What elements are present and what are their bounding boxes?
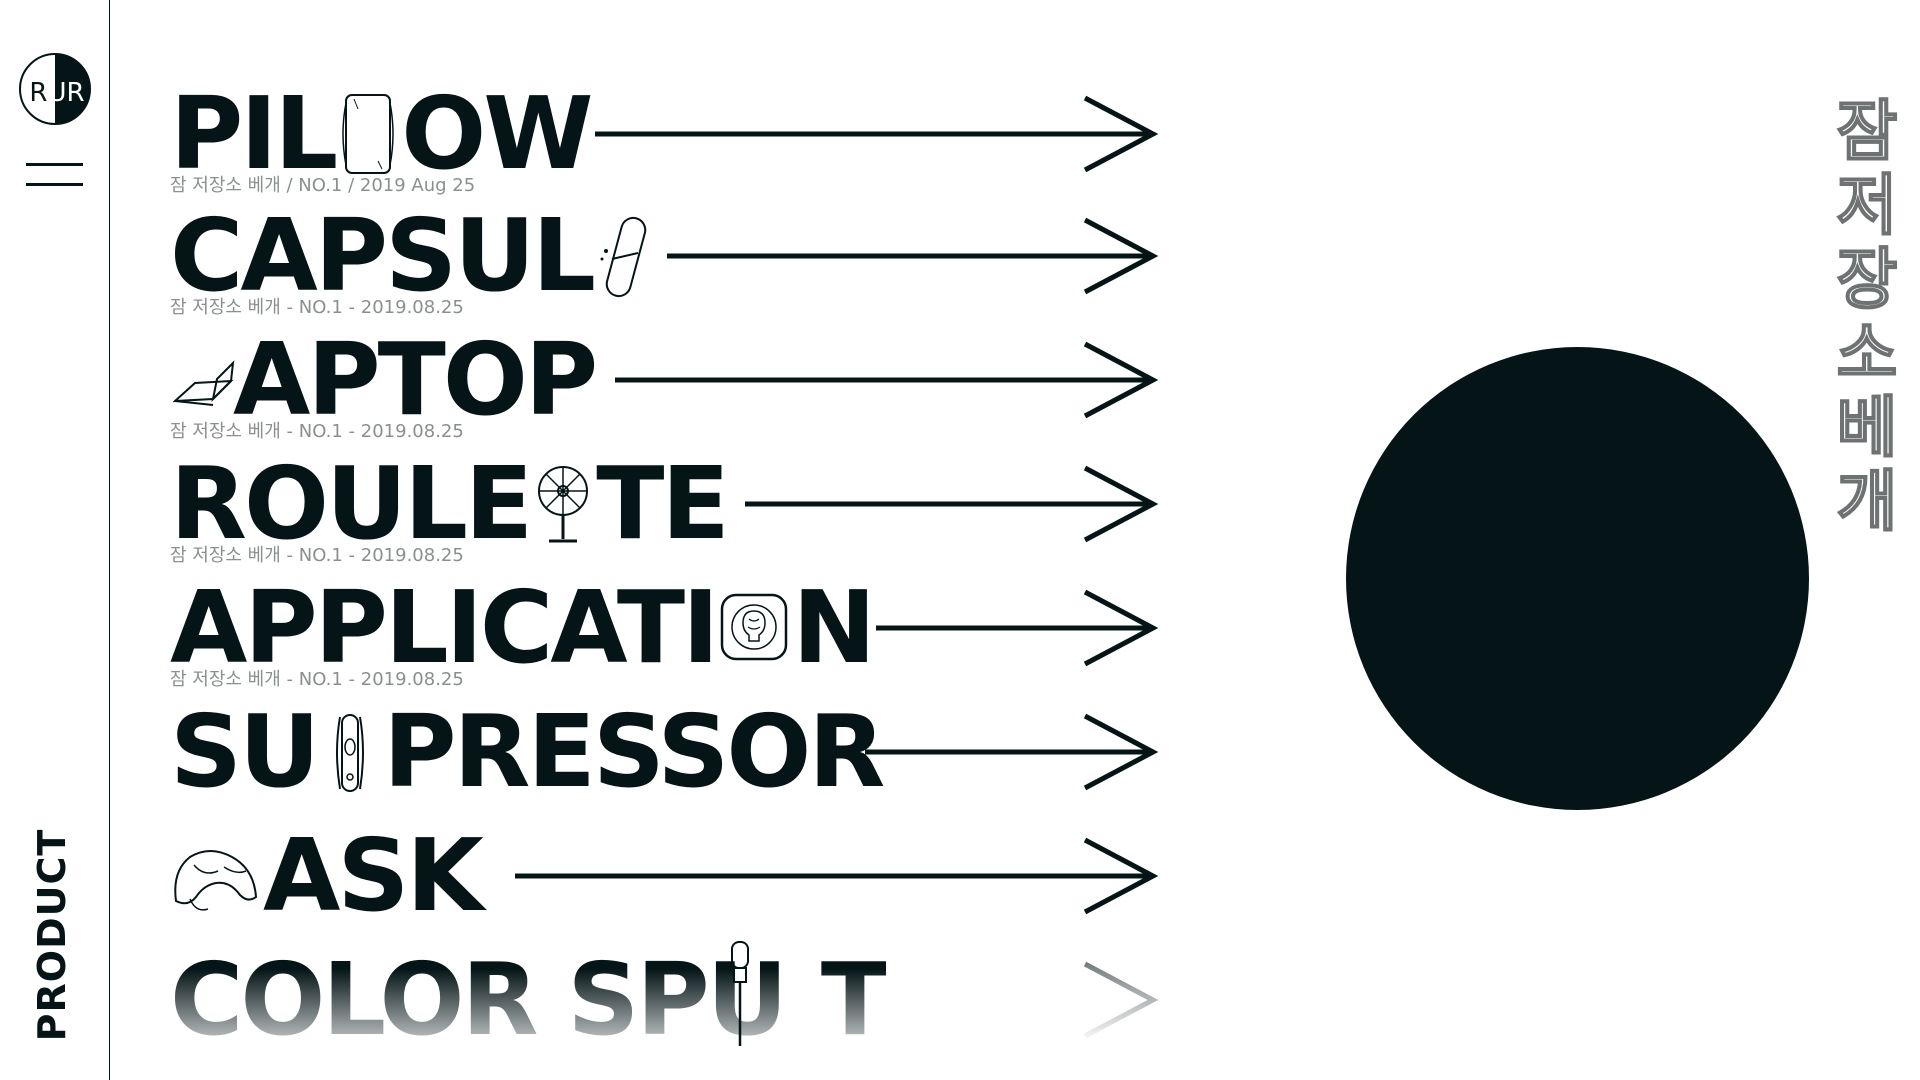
arrow-right-icon[interactable]: [667, 194, 1160, 318]
arrow-right-icon[interactable]: [876, 566, 1160, 690]
product-item-laptop[interactable]: APTOP 잠 저장소 베개 - NO.1 - 2019.08.25: [170, 318, 1170, 442]
title-part: ASK: [263, 817, 484, 934]
title-part: COLOR SPU: [170, 941, 785, 1058]
arrow-right-icon[interactable]: [745, 442, 1160, 566]
product-list: PIL OW 잠 저장소 베개 / NO.1 / 2019 Aug 25 CAP…: [0, 0, 1200, 1080]
product-item-capsule[interactable]: CAPSUL 잠 저장소 베개 - NO.1 - 2019.08.25: [170, 194, 1170, 318]
product-title: ASK: [170, 814, 484, 938]
pipette-icon: [788, 955, 818, 1045]
arrow-right-icon[interactable]: [876, 938, 1160, 1062]
mask-icon: [170, 831, 260, 921]
roulette-icon: [533, 459, 593, 549]
suppressor-icon: [320, 707, 380, 797]
product-title: COLOR SPU T: [170, 938, 886, 1062]
product-subtitle: 잠 저장소 베개 - NO.1 - 2019.08.25: [170, 669, 464, 690]
product-item-pillow[interactable]: PIL OW 잠 저장소 베개 / NO.1 / 2019 Aug 25: [170, 72, 1170, 196]
arrow-right-icon[interactable]: [865, 690, 1160, 814]
title-part: PRESSOR: [383, 693, 885, 810]
product-item-roulette[interactable]: ROULE TE 잠 저장소 베개 - NO.1 - 2019.08.25: [170, 442, 1170, 566]
arrow-right-icon[interactable]: [515, 814, 1160, 938]
pipette-drawing: [731, 941, 749, 1046]
arrow-right-icon[interactable]: [615, 318, 1160, 442]
product-item-color-spuit[interactable]: COLOR SPU T: [170, 938, 1170, 1062]
hero-circle: [1346, 347, 1809, 810]
arrow-right-icon[interactable]: [595, 72, 1160, 196]
title-part: SU: [170, 693, 320, 810]
product-title: SU PRESSOR: [170, 690, 885, 814]
brain-app-icon: [719, 583, 789, 673]
capsule-icon: [596, 211, 656, 301]
product-item-suppressor[interactable]: SU PRESSOR: [170, 690, 1170, 814]
product-subtitle: 잠 저장소 베개 - NO.1 - 2019.08.25: [170, 545, 464, 566]
title-part: TE: [596, 445, 730, 562]
laptop-icon: [173, 335, 235, 425]
product-item-application[interactable]: APPLICATI N 잠 저장소 베개 - NO.1 - 2019.08.25: [170, 566, 1170, 690]
product-item-mask[interactable]: ASK: [170, 814, 1170, 938]
pillow-icon: [338, 89, 398, 179]
hero-vertical-title: 잠 저장소 베개: [1836, 93, 1899, 540]
product-subtitle: 잠 저장소 베개 - NO.1 - 2019.08.25: [170, 297, 464, 318]
title-part: N: [792, 569, 876, 686]
product-subtitle: 잠 저장소 베개 - NO.1 - 2019.08.25: [170, 421, 464, 442]
